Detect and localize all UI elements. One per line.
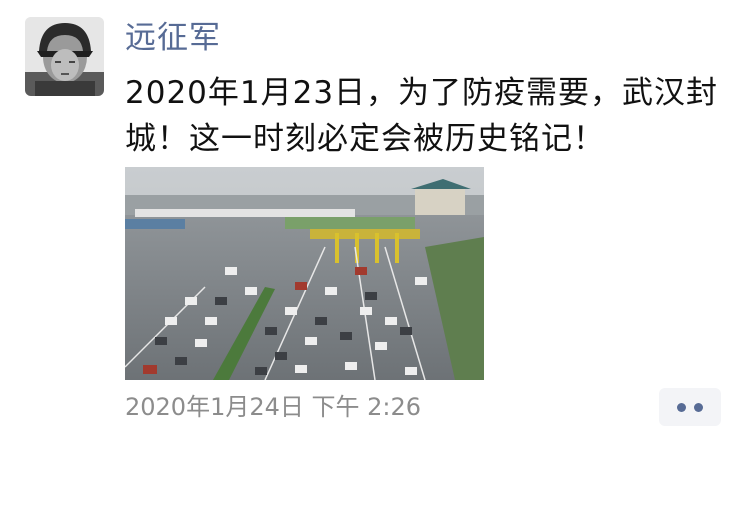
post-image-graphic — [125, 167, 484, 380]
more-dot-icon — [677, 402, 686, 412]
avatar[interactable] — [25, 17, 104, 96]
post-content-text: 2020年1月23日，为了防疫需要，武汉封城！这一时刻必定会被历史铭记！ — [125, 75, 719, 157]
post-image[interactable] — [125, 167, 484, 380]
more-actions-button[interactable] — [659, 388, 721, 426]
post-timestamp: 2020年1月24日 下午 2:26 — [125, 393, 422, 421]
avatar-image — [25, 17, 104, 96]
post-author-name[interactable]: 远征军 — [125, 18, 221, 58]
more-dot-icon — [694, 402, 703, 412]
